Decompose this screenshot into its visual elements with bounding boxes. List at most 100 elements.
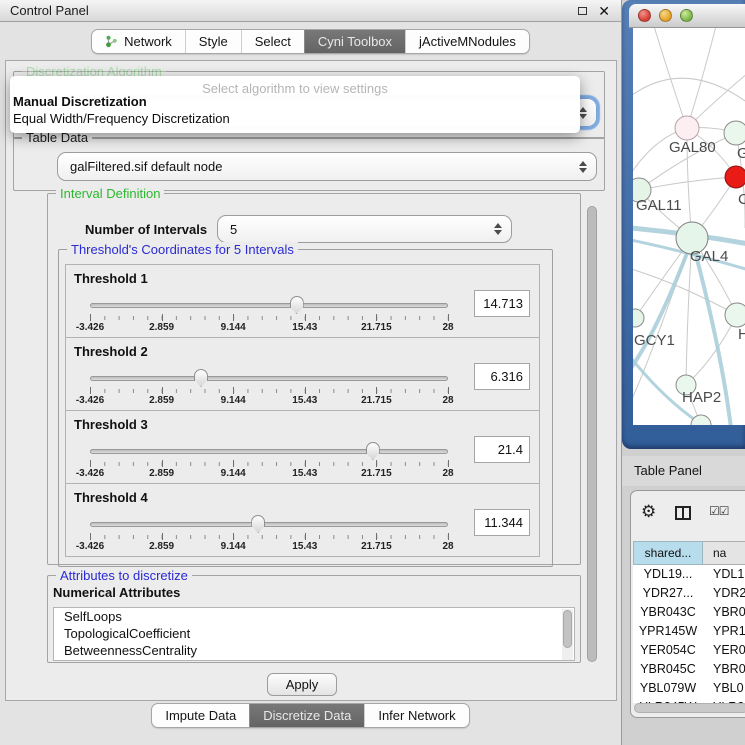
major-tick	[233, 533, 234, 540]
threshold-label: Threshold 2	[74, 344, 148, 359]
table-row[interactable]: YDR27... YDR2	[633, 584, 745, 603]
tab-item[interactable]: Discretize Data	[249, 704, 364, 727]
network-canvas[interactable]: GAL80GACGAL11GAL4GCY1HHAP2	[633, 28, 745, 425]
numerical-attributes-label: Numerical Attributes	[53, 585, 180, 600]
dropdown-prompt: Select algorithm to view settings	[10, 76, 580, 93]
threshold-slider[interactable]: -3.4262.8599.14415.4321.71528	[90, 295, 448, 335]
network-window-titlebar	[629, 4, 745, 28]
tab-label: Impute Data	[165, 704, 236, 728]
table-data-group: Table Data galFiltered.sif default node	[13, 137, 605, 191]
cell-name: YDR2	[703, 584, 745, 603]
tab-item[interactable]: Impute Data	[152, 704, 249, 727]
table-row[interactable]: YPR145W YPR1	[633, 622, 745, 641]
threshold-label: Threshold 4	[74, 490, 148, 505]
major-tick	[376, 314, 377, 321]
slider-track[interactable]	[90, 449, 448, 454]
tab-item[interactable]: Infer Network	[364, 704, 468, 727]
attribute-list-item[interactable]: BetweennessCentrality	[54, 642, 574, 659]
thresholds-group: Threshold's Coordinates for 5 Intervals …	[58, 249, 553, 567]
columns-icon[interactable]	[675, 506, 691, 520]
control-panel-titlebar: Control Panel ✕	[0, 0, 621, 22]
cell-name: YBR0	[703, 603, 745, 622]
tab-item[interactable]: Cyni Toolbox	[304, 30, 405, 53]
close-traffic-light[interactable]	[638, 9, 651, 22]
numerical-attributes-list: SelfLoops TopologicalCoefficient Between…	[53, 607, 575, 661]
tick-label: 21.715	[361, 322, 392, 333]
bottom-tabbar: Impute Data Discretize Data Infer Networ…	[0, 703, 621, 728]
tab-label: Select	[255, 30, 291, 54]
slider-track[interactable]	[90, 522, 448, 527]
attribute-list-item[interactable]: TopologicalCoefficient	[54, 625, 574, 642]
float-window-icon[interactable]	[578, 7, 587, 15]
attribute-list-item[interactable]: SelfLoops	[54, 608, 574, 625]
tab-item[interactable]: Network	[92, 30, 185, 53]
threshold-value-field[interactable]: 11.344	[474, 509, 530, 536]
major-tick	[162, 460, 163, 467]
column-header-shared-name[interactable]: shared...	[633, 541, 703, 565]
slider-handle[interactable]	[366, 442, 380, 460]
major-tick	[162, 314, 163, 321]
major-tick	[90, 533, 91, 540]
cell-shared-name: YPR145W	[633, 622, 703, 641]
table-row[interactable]: YER054C YER0	[633, 641, 745, 660]
table-panel-title: Table Panel	[634, 456, 702, 486]
tick-label: -3.426	[76, 541, 104, 552]
close-icon[interactable]: ✕	[598, 2, 610, 20]
threshold-slider[interactable]: -3.4262.8599.14415.4321.71528	[90, 441, 448, 481]
threshold-panel: Threshold 1 -3.4262.8599.14415.4321.7152…	[65, 264, 540, 338]
table-data-select[interactable]: galFiltered.sif default node	[57, 152, 597, 181]
table-row[interactable]: YBR045C YBR0	[633, 660, 745, 679]
tab-label: Cyni Toolbox	[318, 30, 392, 54]
group-legend: Attributes to discretize	[56, 568, 192, 583]
tab-item[interactable]: jActiveMNodules	[405, 30, 529, 53]
dropdown-option[interactable]: Equal Width/Frequency Discretization	[10, 110, 580, 127]
cyni-mode-tabs: Impute Data Discretize Data Infer Networ…	[151, 703, 469, 728]
gear-icon[interactable]: ⚙	[641, 503, 656, 520]
cell-shared-name: YBR043C	[633, 603, 703, 622]
tick-label: 15.43	[292, 322, 317, 333]
table-horizontal-scrollbar[interactable]	[634, 703, 745, 713]
apply-button[interactable]: Apply	[267, 673, 337, 696]
tick-label: 9.144	[221, 468, 246, 479]
screenshot-root: Control Panel ✕ Network Style	[0, 0, 745, 745]
tick-label: -3.426	[76, 468, 104, 479]
control-panel-window: Control Panel ✕ Network Style	[0, 0, 622, 745]
threshold-slider[interactable]: -3.4262.8599.14415.4321.71528	[90, 514, 448, 554]
slider-handle[interactable]	[194, 369, 208, 387]
threshold-value-field[interactable]: 14.713	[474, 290, 530, 317]
tab-item[interactable]: Style	[185, 30, 241, 53]
table-row[interactable]: YDL19... YDL1	[633, 565, 745, 584]
major-tick	[233, 314, 234, 321]
major-tick	[233, 387, 234, 394]
threshold-label: Threshold 3	[74, 417, 148, 432]
threshold-slider[interactable]: -3.4262.8599.14415.4321.71528	[90, 368, 448, 408]
attributes-scrollbar[interactable]	[562, 609, 573, 661]
table-row[interactable]: YBL079W YBL0	[633, 679, 745, 698]
threshold-value-field[interactable]: 21.4	[474, 436, 530, 463]
group-legend: Threshold's Coordinates for 5 Intervals	[67, 242, 298, 257]
zoom-traffic-light[interactable]	[680, 9, 693, 22]
minimize-traffic-light[interactable]	[659, 9, 672, 22]
table-panel-header: Table Panel	[622, 456, 745, 486]
major-tick	[162, 387, 163, 394]
slider-handle[interactable]	[290, 296, 304, 314]
column-header-name[interactable]: na	[703, 541, 745, 565]
checkboxes-icon[interactable]: ☑☑	[709, 504, 729, 518]
table-panel-body: ⚙ ☑☑ shared... na YDL19... YDL1	[630, 490, 745, 718]
panel-vertical-scrollbar[interactable]	[587, 206, 597, 662]
slider-handle[interactable]	[251, 515, 265, 533]
number-of-intervals-select[interactable]: 5	[217, 215, 512, 243]
control-panel-tabs: Network Style Select	[91, 29, 530, 54]
threshold-value-field[interactable]: 6.316	[474, 363, 530, 390]
tab-item[interactable]: Select	[241, 30, 304, 53]
table-row[interactable]: YBR043C YBR0	[633, 603, 745, 622]
slider-track[interactable]	[90, 303, 448, 308]
major-tick	[233, 460, 234, 467]
slider-track[interactable]	[90, 376, 448, 381]
threshold-panel: Threshold 4 -3.4262.8599.14415.4321.7152…	[65, 483, 540, 557]
top-tabbar: Network Style Select	[0, 29, 621, 54]
major-tick	[90, 387, 91, 394]
tick-label: 15.43	[292, 541, 317, 552]
tick-label: 2.859	[149, 322, 174, 333]
tick-label: 21.715	[361, 395, 392, 406]
